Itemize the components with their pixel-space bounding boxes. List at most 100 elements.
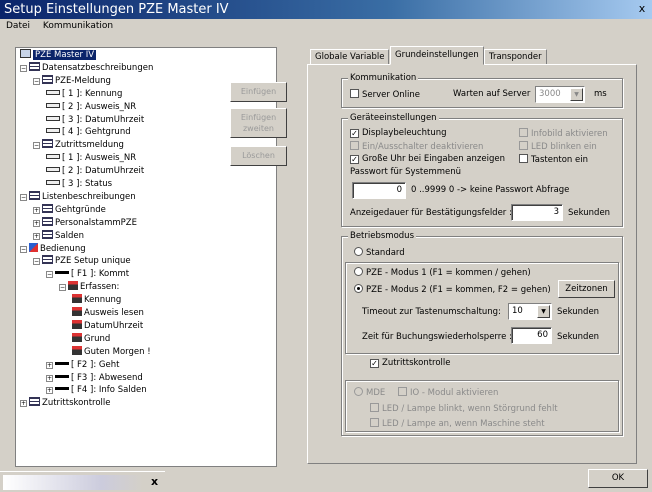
tree-item-label: [ 4 ]: Gehtgrund — [62, 127, 131, 138]
anzeigedauer-input[interactable]: 3 — [511, 204, 563, 221]
tree-item[interactable]: [ 3 ]: Status — [46, 178, 112, 190]
tree-item[interactable]: − Listenbeschreibungen — [20, 190, 136, 203]
collapse-icon[interactable]: − — [20, 245, 27, 253]
tree-item[interactable]: + Gehtgründe — [33, 203, 106, 216]
tree-item-label: [ 2 ]: Ausweis_NR — [62, 101, 137, 112]
expand-icon[interactable]: + — [20, 400, 27, 408]
tree-item[interactable]: + [ F2 ]: Geht — [46, 359, 119, 371]
chevron-down-icon[interactable]: ▼ — [537, 305, 550, 318]
collapse-icon[interactable]: − — [20, 193, 27, 201]
tree-item-label: [ F3 ]: Abwesend — [71, 372, 143, 383]
tree-item[interactable]: Ausweis lesen — [72, 307, 144, 319]
tree-item[interactable]: Grund — [72, 332, 110, 345]
tree-item[interactable]: − Bedienung — [20, 242, 86, 255]
expand-icon[interactable]: + — [46, 361, 53, 369]
menu-datei[interactable]: Datei — [6, 21, 30, 31]
zutrittskontrolle-checkbox[interactable]: ✓ Zutrittskontrolle — [370, 358, 451, 369]
tastenton-checkbox[interactable]: Tastenton ein — [519, 154, 588, 166]
tree-item[interactable]: Kennung — [72, 294, 121, 306]
chevron-down-icon[interactable]: ▼ — [570, 88, 583, 101]
tree-item[interactable]: − Zutrittsmeldung — [33, 139, 124, 151]
tree-item[interactable]: − PZE-Meldung — [33, 74, 111, 87]
expand-icon[interactable]: + — [46, 374, 53, 382]
tab-grundeinstellungen[interactable]: Grundeinstellungen — [390, 46, 484, 65]
radio-box[interactable] — [354, 267, 363, 276]
field-icon — [46, 102, 60, 108]
radio-box[interactable] — [354, 284, 363, 293]
checkbox-box[interactable]: ✓ — [370, 359, 379, 368]
tree-item[interactable]: DatumUhrzeit — [72, 319, 143, 332]
standard-radio[interactable]: Standard — [354, 247, 405, 259]
collapse-icon[interactable]: − — [59, 284, 66, 292]
tree-item-label: [ 3 ]: Status — [62, 179, 113, 189]
checkbox-box[interactable]: ✓ — [350, 129, 359, 138]
tree-item[interactable]: [ 2 ]: Ausweis_NR — [46, 101, 136, 113]
timeout-combo[interactable]: 10 ▼ — [508, 303, 552, 320]
collapse-icon[interactable]: − — [33, 142, 40, 150]
collapse-icon[interactable]: − — [46, 271, 53, 279]
zeitzonen-button[interactable]: Zeitzonen — [558, 280, 615, 298]
einfuegen-button[interactable]: Einfügen — [230, 82, 287, 102]
grosse-uhr-checkbox[interactable]: ✓ Große Uhr bei Eingaben anzeigen — [350, 154, 505, 165]
tree-item[interactable]: [ 1 ]: Ausweis_NR — [46, 152, 136, 164]
expand-icon[interactable]: + — [33, 232, 40, 240]
tree-item-label: [ F4 ]: Info Salden — [71, 385, 147, 396]
tree-item-label: Kennung — [84, 295, 122, 306]
checkbox-box — [370, 403, 379, 412]
menu-bar: Datei Kommunikation — [0, 19, 652, 34]
tree-item-label: PZE Setup unique — [55, 256, 131, 267]
tree-item-label: [ F1 ]: Kommt — [71, 269, 130, 280]
checkbox-box[interactable] — [350, 89, 359, 98]
tree-item[interactable]: + PersonalstammPZE — [33, 216, 137, 229]
close-window-button[interactable]: x — [635, 2, 649, 16]
tree-item[interactable]: + Zutrittskontrolle — [20, 397, 111, 409]
passwort-input[interactable]: 0 — [352, 182, 406, 199]
modus1-radio[interactable]: PZE - Modus 1 (F1 = kommen / gehen) — [354, 267, 531, 279]
led-blinken-checkbox: LED blinken ein — [519, 141, 597, 153]
zeit-label: Zeit für Buchungswiederholsperre : — [362, 332, 512, 342]
tab-globale-variable[interactable]: Globale Variable — [310, 49, 390, 65]
tree-item[interactable]: [ 2 ]: DatumUhrzeit — [46, 165, 144, 177]
einfuegen-zweiten-button[interactable]: Einfügen zweiten — [230, 108, 287, 138]
tree-item[interactable]: [ 4 ]: Gehtgrund — [46, 126, 131, 138]
einfuegen-zweiten-line2: zweiten — [242, 124, 274, 133]
collapse-icon[interactable]: − — [33, 258, 40, 266]
table-icon — [42, 203, 53, 213]
displaybeleuchtung-checkbox[interactable]: ✓ Displaybeleuchtung — [350, 128, 447, 139]
erfassen-icon — [72, 332, 82, 342]
collapse-icon[interactable]: − — [33, 77, 40, 85]
tree-item[interactable]: [ 1 ]: Kennung — [46, 88, 122, 100]
server-online-checkbox[interactable]: Server Online — [350, 89, 420, 101]
collapse-icon[interactable]: − — [20, 64, 27, 72]
tree-item[interactable]: PZE Master IV — [20, 49, 97, 61]
tree-item[interactable]: − Erfassen: — [59, 281, 119, 293]
tree-item[interactable]: + [ F4 ]: Info Salden — [46, 384, 147, 396]
tree-item[interactable]: − [ F1 ]: Kommt — [46, 268, 129, 280]
expand-icon[interactable]: + — [33, 206, 40, 214]
mde-radio: MDE — [354, 387, 385, 399]
tree-item[interactable]: Guten Morgen ! — [72, 345, 151, 358]
checkbox-box[interactable] — [519, 154, 528, 163]
checkbox-box[interactable]: ✓ — [350, 155, 359, 164]
expand-icon[interactable]: + — [46, 387, 53, 395]
taskbar-window[interactable]: x — [0, 471, 165, 492]
expand-icon[interactable]: + — [33, 219, 40, 227]
ok-button[interactable]: OK — [588, 469, 648, 488]
zeit-input[interactable]: 60 — [511, 327, 552, 344]
menu-kommunikation[interactable]: Kommunikation — [43, 21, 113, 31]
bedienung-icon — [29, 242, 38, 252]
tree-item[interactable]: [ 3 ]: DatumUhrzeit — [46, 114, 144, 126]
tree-item[interactable]: − Datensatzbeschreibungen — [20, 61, 153, 74]
radio-box[interactable] — [354, 247, 363, 256]
tree-item[interactable]: + Salden — [33, 229, 84, 242]
close-icon[interactable]: x — [147, 475, 162, 489]
tab-transponder[interactable]: Transponder — [484, 49, 547, 65]
modus2-radio[interactable]: PZE - Modus 2 (F1 = kommen, F2 = gehen) — [354, 284, 551, 296]
pc-icon — [20, 49, 31, 58]
tree-item[interactable]: + [ F3 ]: Abwesend — [46, 372, 143, 384]
warten-combo[interactable]: 3000 ▼ — [535, 86, 585, 103]
tree-item-label: [ 1 ]: Kennung — [62, 88, 123, 99]
taskbar-title — [3, 475, 143, 490]
loeschen-button[interactable]: Löschen — [230, 146, 287, 166]
tree-item[interactable]: − PZE Setup unique — [33, 255, 131, 267]
